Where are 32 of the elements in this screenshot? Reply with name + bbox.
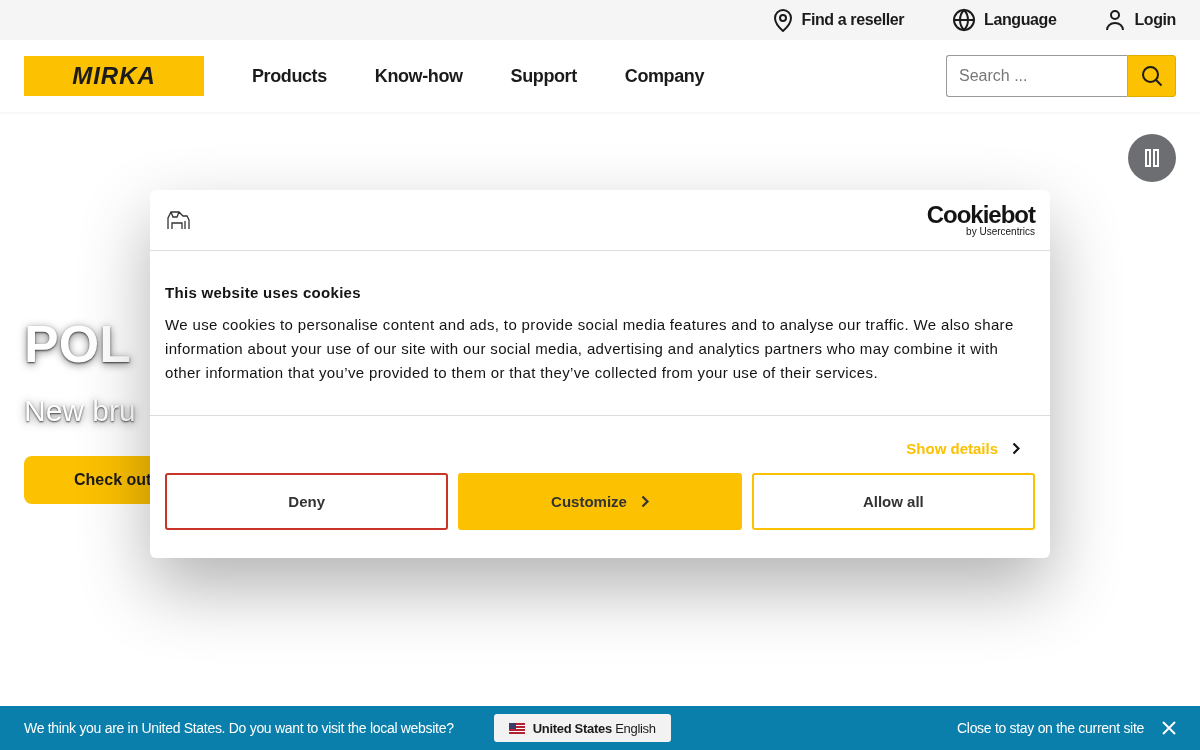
pause-icon: [1145, 149, 1159, 167]
nav-link[interactable]: Support: [510, 65, 577, 87]
banner-message: We think you are in United States. Do you want to visit the local website?: [24, 720, 454, 736]
nav-link[interactable]: Know-how: [374, 65, 463, 87]
close-button[interactable]: [1162, 721, 1176, 735]
search-field[interactable]: Search ...: [946, 55, 1127, 97]
flag-icon: [508, 722, 525, 734]
deny-button[interactable]: Deny: [165, 473, 449, 530]
customize-button[interactable]: Customize: [458, 473, 742, 530]
utility-link[interactable]: Find a reseller: [771, 8, 905, 32]
hero-title: POL: [24, 314, 131, 374]
allow-button[interactable]: Allow all: [751, 473, 1035, 530]
dialog-text: We use cookies to personalise content and ads, to provide social media features and to analyse our traffic. We also share information about your use of our site with our social media, advertising and analytics partners who may combine it with other information that you’ve provided to them or that they’ve collected from your use of their services.: [165, 315, 1015, 383]
chevron-right-icon: [1012, 442, 1020, 455]
user-icon: [1104, 9, 1127, 31]
search-button[interactable]: [1127, 55, 1176, 97]
globe-icon: [952, 8, 977, 32]
utility-link[interactable]: Language: [952, 8, 1057, 32]
nav-link[interactable]: Company: [624, 65, 704, 87]
utility-link[interactable]: Login: [1104, 9, 1176, 31]
dialog-title: This website uses cookies: [165, 284, 362, 301]
local-site-button[interactable]: United States English: [493, 714, 671, 742]
logo[interactable]: MIRKA: [24, 56, 204, 96]
chevron-right-icon: [640, 495, 649, 508]
pause-button[interactable]: [1128, 134, 1176, 182]
close-text: Close to stay on the current site: [957, 720, 1144, 736]
nav-link[interactable]: Products: [252, 65, 327, 87]
cookiebot-logo: Cookiebot by Usercentrics: [926, 203, 1035, 237]
location-pin-icon: [771, 8, 794, 32]
hero-subtitle: New bru: [24, 394, 136, 428]
close-icon: [1162, 721, 1176, 735]
search-icon: [1140, 65, 1163, 87]
